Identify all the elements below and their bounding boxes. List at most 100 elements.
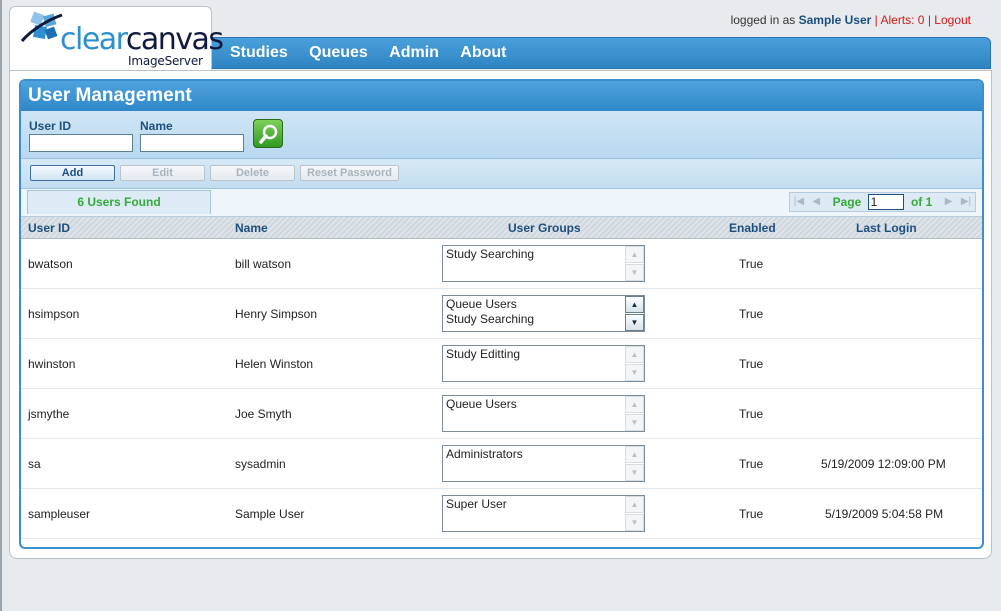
cell-enabled: True (739, 357, 764, 371)
main-panel: User Management User ID Name Add Edit De… (9, 70, 992, 559)
user-id-input[interactable] (29, 134, 133, 152)
scroll-down-icon: ▼ (625, 514, 644, 531)
logo-text: clearcanvas (60, 22, 224, 57)
clearcanvas-logo-icon (20, 11, 63, 42)
scroll-down-icon: ▼ (625, 364, 644, 381)
group-item: Queue Users (446, 397, 517, 411)
first-page-icon[interactable]: |◀ (792, 193, 806, 211)
cell-name: Helen Winston (235, 357, 314, 371)
last-page-icon[interactable]: ▶| (959, 193, 973, 211)
user-groups-list[interactable]: Super User ▲ ▼ (442, 495, 645, 532)
groups-list: Administrators (446, 447, 523, 462)
nav-about[interactable]: About (460, 38, 506, 62)
reset-password-button[interactable]: Reset Password (300, 165, 399, 181)
table-row[interactable]: jsmythe Joe Smyth Queue Users ▲ ▼ True (21, 389, 982, 439)
page-title: User Management (21, 81, 982, 111)
username: Sample User (798, 13, 872, 27)
filter-area: User ID Name (21, 111, 982, 159)
cell-enabled: True (739, 457, 764, 471)
result-bar: 6 Users Found |◀ ◀ Page 1 of 1 ▶ ▶| (21, 189, 982, 217)
groups-list: Study Editting (446, 347, 520, 362)
cell-user-id: hwinston (28, 357, 76, 371)
cell-user-id: bwatson (28, 257, 73, 271)
column-last-login[interactable]: Last Login (856, 221, 917, 235)
cell-name: bill watson (235, 257, 292, 271)
group-item: Study Searching (446, 247, 535, 261)
page-input[interactable]: 1 (867, 194, 904, 210)
user-id-label: User ID (29, 119, 72, 133)
scroll-up-icon: ▲ (625, 246, 644, 263)
result-count: 6 Users Found (27, 190, 211, 214)
user-groups-list[interactable]: Study Searching ▲ ▼ (442, 245, 645, 282)
groups-list: Queue Users Study Searching (446, 297, 534, 327)
column-enabled[interactable]: Enabled (729, 221, 776, 235)
scroll-up-icon: ▲ (625, 496, 644, 513)
scroll-up-icon: ▲ (625, 396, 644, 413)
cell-user-id: sampleuser (28, 507, 91, 521)
cell-name: sysadmin (235, 457, 286, 471)
groups-list: Queue Users (446, 397, 517, 412)
column-name[interactable]: Name (235, 221, 268, 235)
search-icon (259, 124, 278, 144)
group-item: Super User (446, 497, 507, 511)
main-nav: Studies Queues Admin About (211, 37, 991, 69)
cell-name: Joe Smyth (235, 407, 292, 421)
cell-last-login: 5/19/2009 5:04:58 PM (825, 507, 944, 521)
pager: |◀ ◀ Page 1 of 1 ▶ ▶| (788, 192, 976, 212)
scroll-down-icon: ▼ (625, 414, 644, 431)
edit-button[interactable]: Edit (120, 165, 205, 181)
cell-enabled: True (739, 507, 764, 521)
nav-queues[interactable]: Queues (309, 38, 368, 62)
logo-canvas: canvas (125, 22, 224, 57)
table-row[interactable]: bwatson bill watson Study Searching ▲ ▼ … (21, 239, 982, 289)
cell-enabled: True (739, 257, 764, 271)
table-row[interactable]: hwinston Helen Winston Study Editting ▲ … (21, 339, 982, 389)
user-info: logged in as Sample User | Alerts: 0 | L… (731, 13, 971, 27)
page-label: Page (832, 195, 862, 209)
group-item: Administrators (446, 447, 523, 461)
nav-admin[interactable]: Admin (389, 38, 439, 62)
user-groups-list[interactable]: Administrators ▲ ▼ (442, 445, 645, 482)
alerts-link[interactable]: Alerts: 0 (880, 13, 924, 27)
scroll-down-icon: ▼ (625, 264, 644, 281)
separator: | (874, 13, 878, 27)
grid-header: User ID Name User Groups Enabled Last Lo… (21, 217, 982, 239)
scroll-up-icon: ▲ (625, 346, 644, 363)
scroll-up-icon[interactable]: ▲ (625, 296, 644, 313)
column-user-groups[interactable]: User Groups (508, 221, 581, 235)
table-row[interactable]: sampleuser Sample User Super User ▲ ▼ Tr… (21, 489, 982, 539)
group-item: Queue Users (446, 297, 517, 311)
groups-list: Super User (446, 497, 507, 512)
scroll-down-icon: ▼ (625, 464, 644, 481)
cell-name: Sample User (235, 507, 305, 521)
user-table-body: bwatson bill watson Study Searching ▲ ▼ … (21, 239, 982, 539)
scroll-up-icon: ▲ (625, 446, 644, 463)
cell-user-id: sa (28, 457, 41, 471)
user-groups-list[interactable]: Queue Users ▲ ▼ (442, 395, 645, 432)
column-user-id[interactable]: User ID (28, 221, 70, 235)
cell-user-id: hsimpson (28, 307, 80, 321)
table-row[interactable]: sa sysadmin Administrators ▲ ▼ True 5/19… (21, 439, 982, 489)
prev-page-icon[interactable]: ◀ (809, 193, 823, 211)
cell-user-id: jsmythe (28, 407, 70, 421)
search-button[interactable] (253, 119, 283, 148)
user-management-panel: User Management User ID Name Add Edit De… (19, 79, 984, 549)
cell-enabled: True (739, 307, 764, 321)
name-input[interactable] (140, 134, 244, 152)
table-row[interactable]: hsimpson Henry Simpson Queue Users Study… (21, 289, 982, 339)
logout-link[interactable]: Logout (934, 13, 971, 27)
logo[interactable]: clearcanvas ImageServer (9, 6, 224, 70)
user-groups-list[interactable]: Queue Users Study Searching ▲ ▼ (442, 295, 645, 332)
user-groups-list[interactable]: Study Editting ▲ ▼ (442, 345, 645, 382)
logo-subtitle: ImageServer (128, 54, 203, 68)
delete-button[interactable]: Delete (210, 165, 295, 181)
nav-studies[interactable]: Studies (230, 38, 288, 62)
scroll-down-icon[interactable]: ▼ (625, 314, 644, 331)
group-item: Study Editting (446, 347, 521, 361)
add-button[interactable]: Add (30, 165, 115, 181)
page-of-label: of 1 (910, 195, 933, 209)
next-page-icon[interactable]: ▶ (942, 193, 956, 211)
cell-last-login: 5/19/2009 12:09:00 PM (821, 457, 946, 471)
separator: | (927, 13, 931, 27)
toolbar: Add Edit Delete Reset Password (21, 159, 982, 189)
